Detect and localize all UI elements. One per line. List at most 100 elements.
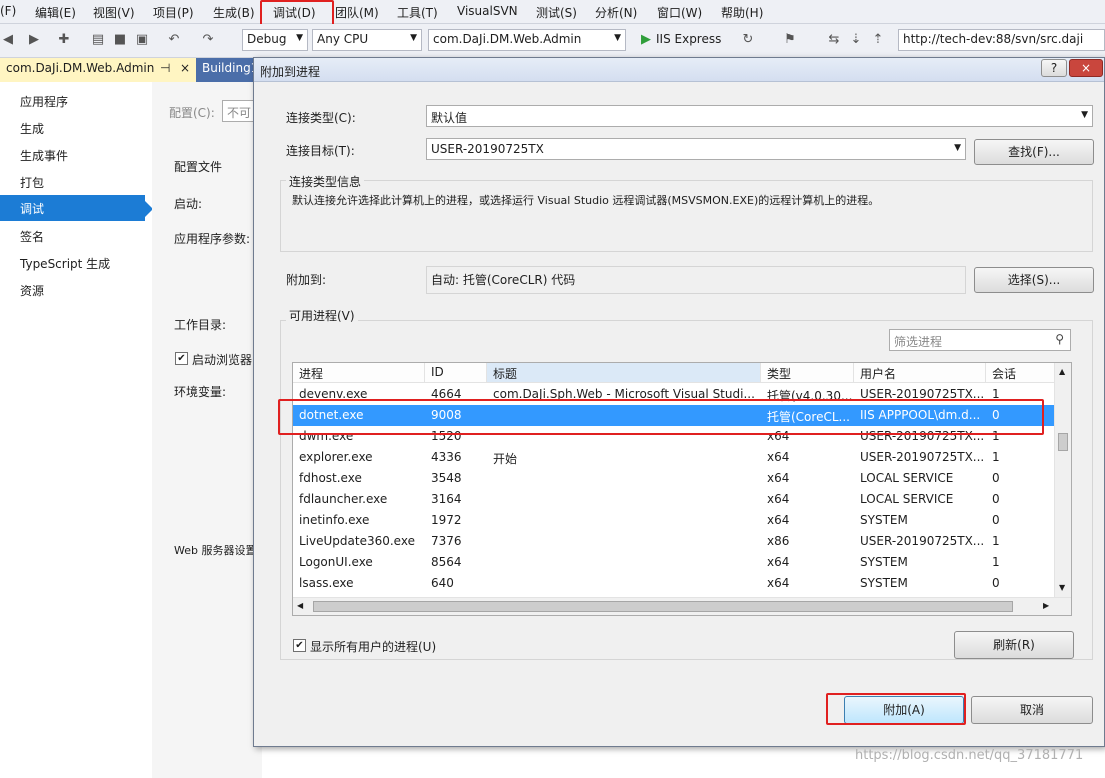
tab-project-properties[interactable]: com.DaJi.DM.Web.Admin ⊣ × (0, 58, 196, 82)
pin-icon[interactable]: ⊣ (160, 61, 170, 75)
nav-item-debug[interactable]: 调试 (0, 195, 145, 221)
process-user: SYSTEM (860, 513, 908, 527)
table-row[interactable]: LogonUI.exe 8564 x64 SYSTEM 1 (293, 552, 1055, 573)
process-id: 4336 (431, 450, 462, 464)
scroll-right-icon[interactable]: ▶ (1043, 601, 1049, 610)
nav-item-package[interactable]: 打包 (0, 169, 145, 195)
menu-edit[interactable]: 编辑(E) (35, 4, 76, 21)
menu-team[interactable]: 团队(M) (335, 4, 379, 21)
process-user: USER-20190725TX... (860, 387, 985, 401)
menu-project[interactable]: 项目(P) (153, 4, 194, 21)
scroll-up-icon[interactable]: ▲ (1059, 367, 1065, 376)
process-session: 1 (992, 534, 1000, 548)
menu-visualsvn[interactable]: VisualSVN (457, 4, 518, 18)
forward-icon[interactable]: ▶ (26, 32, 42, 48)
attach-icon[interactable]: ⇆ (826, 32, 842, 48)
scroll-left-icon[interactable]: ◀ (297, 601, 303, 610)
menu-build[interactable]: 生成(B) (213, 4, 255, 21)
col-header-id[interactable]: ID (425, 363, 487, 383)
process-filter-input[interactable]: 筛选进程 ⚲ (889, 329, 1071, 351)
redo-icon[interactable]: ↷ (200, 32, 216, 48)
find-button[interactable]: 查找(F)... (974, 139, 1094, 165)
show-all-users-checkbox[interactable]: ✔ (293, 639, 306, 652)
process-user: LOCAL SERVICE (860, 471, 954, 485)
col-header-title[interactable]: 标题 (487, 363, 761, 383)
close-icon[interactable]: × (180, 61, 190, 75)
refresh-icon[interactable]: ↻ (740, 32, 756, 48)
process-user: USER-20190725TX... (860, 450, 985, 464)
nav-item-application[interactable]: 应用程序 (0, 88, 145, 114)
menu-analyze[interactable]: 分析(N) (595, 4, 637, 21)
process-id: 1520 (431, 429, 462, 443)
horizontal-scrollbar[interactable]: ◀ ▶ (293, 597, 1071, 615)
col-header-user[interactable]: 用户名 (854, 363, 986, 383)
nav-item-build[interactable]: 生成 (0, 115, 145, 141)
svn-url-field[interactable]: http://tech-dev:88/svn/src.daji (898, 29, 1105, 51)
undo-icon[interactable]: ↶ (166, 32, 182, 48)
bookmark-icon[interactable]: ⚑ (782, 32, 798, 48)
new-project-icon[interactable]: ✚ (56, 32, 72, 48)
profile-label: 配置文件 (174, 160, 223, 174)
run-target-label[interactable]: IIS Express (656, 32, 721, 46)
workdir-label: 工作目录: (174, 318, 227, 332)
process-title: com.DaJi.Sph.Web - Microsoft Visual Stud… (493, 387, 755, 401)
platform-select[interactable]: Any CPU ▼ (312, 29, 422, 51)
table-row[interactable]: devenv.exe 4664 com.DaJi.Sph.Web - Microso… (293, 384, 1055, 405)
play-icon[interactable]: ▶ (638, 32, 654, 48)
process-type: x64 (767, 513, 790, 527)
vertical-scrollbar[interactable]: ▲ ▼ (1054, 363, 1071, 597)
table-row[interactable]: explorer.exe 4336 开始 x64 USER-20190725TX... 1 (293, 447, 1055, 468)
menu-tools[interactable]: 工具(T) (397, 4, 438, 21)
table-row[interactable]: dotnet.exe 9008 托管(CoreCL... IIS APPPOOL\dm… (293, 405, 1055, 426)
open-folder-icon[interactable]: ▤ (90, 32, 106, 48)
save-all-icon[interactable]: ▣ (134, 32, 150, 48)
table-row[interactable]: dwm.exe 1520 x64 USER-20190725TX... 1 (293, 426, 1055, 447)
scroll-thumb[interactable] (1058, 433, 1068, 451)
launch-browser-checkbox[interactable]: ✔ (175, 352, 188, 365)
hscroll-thumb[interactable] (313, 601, 1013, 612)
table-row[interactable]: inetinfo.exe 1972 x64 SYSTEM 0 (293, 510, 1055, 531)
col-header-session[interactable]: 会话 (986, 363, 1056, 383)
refresh-button[interactable]: 刷新(R) (954, 631, 1074, 659)
chevron-down-icon: ▼ (614, 33, 621, 43)
step-icon[interactable]: ⇣ (848, 32, 864, 48)
process-type: x64 (767, 555, 790, 569)
conn-target-field[interactable]: USER-20190725TX ▼ (426, 138, 966, 160)
nav-item-typescript[interactable]: TypeScript 生成 (0, 250, 145, 276)
table-row[interactable]: fdhost.exe 3548 x64 LOCAL SERVICE 0 (293, 468, 1055, 489)
config-select[interactable]: Debug ▼ (242, 29, 308, 51)
scroll-down-icon[interactable]: ▼ (1059, 583, 1065, 592)
menu-window[interactable]: 窗口(W) (657, 4, 702, 21)
process-id: 7376 (431, 534, 462, 548)
chevron-down-icon: ▼ (296, 33, 303, 43)
menu-view[interactable]: 视图(V) (93, 4, 135, 21)
process-name: dotnet.exe (299, 408, 364, 422)
back-icon[interactable]: ◀ (0, 32, 16, 48)
nav-item-build-events[interactable]: 生成事件 (0, 142, 145, 168)
nav-item-resources[interactable]: 资源 (0, 277, 145, 303)
menu-bar: (F) 编辑(E) 视图(V) 项目(P) 生成(B) 调试(D) 团队(M) … (0, 0, 1105, 24)
help-button[interactable]: ? (1041, 59, 1067, 77)
table-row[interactable]: LiveUpdate360.exe 7376 x86 USER-20190725TX.… (293, 531, 1055, 552)
tab-building[interactable]: Building1 (196, 58, 258, 82)
menu-help[interactable]: 帮助(H) (721, 4, 763, 21)
process-type: x64 (767, 450, 790, 464)
save-icon[interactable]: ■ (112, 32, 128, 48)
menu-file[interactable]: (F) (0, 4, 16, 18)
cancel-button[interactable]: 取消 (971, 696, 1093, 724)
close-button[interactable]: × (1069, 59, 1103, 77)
menu-test[interactable]: 测试(S) (536, 4, 577, 21)
menu-debug[interactable]: 调试(D) (273, 4, 316, 21)
nav-item-signing[interactable]: 签名 (0, 223, 145, 249)
process-type: 托管(CoreCL... (767, 410, 850, 424)
startup-project-select[interactable]: com.DaJi.DM.Web.Admin ▼ (428, 29, 626, 51)
col-header-process[interactable]: 进程 (293, 363, 425, 383)
attach-button[interactable]: 附加(A) (844, 696, 964, 724)
table-row[interactable]: lsass.exe 640 x64 SYSTEM 0 (293, 573, 1055, 594)
conn-type-select[interactable]: 默认值 ▼ (426, 105, 1093, 127)
col-header-type[interactable]: 类型 (761, 363, 854, 383)
table-row[interactable]: fdlauncher.exe 3164 x64 LOCAL SERVICE 0 (293, 489, 1055, 510)
conn-type-label: 连接类型(C): (286, 111, 356, 125)
select-button[interactable]: 选择(S)... (974, 267, 1094, 293)
upload-icon[interactable]: ⇡ (870, 32, 886, 48)
